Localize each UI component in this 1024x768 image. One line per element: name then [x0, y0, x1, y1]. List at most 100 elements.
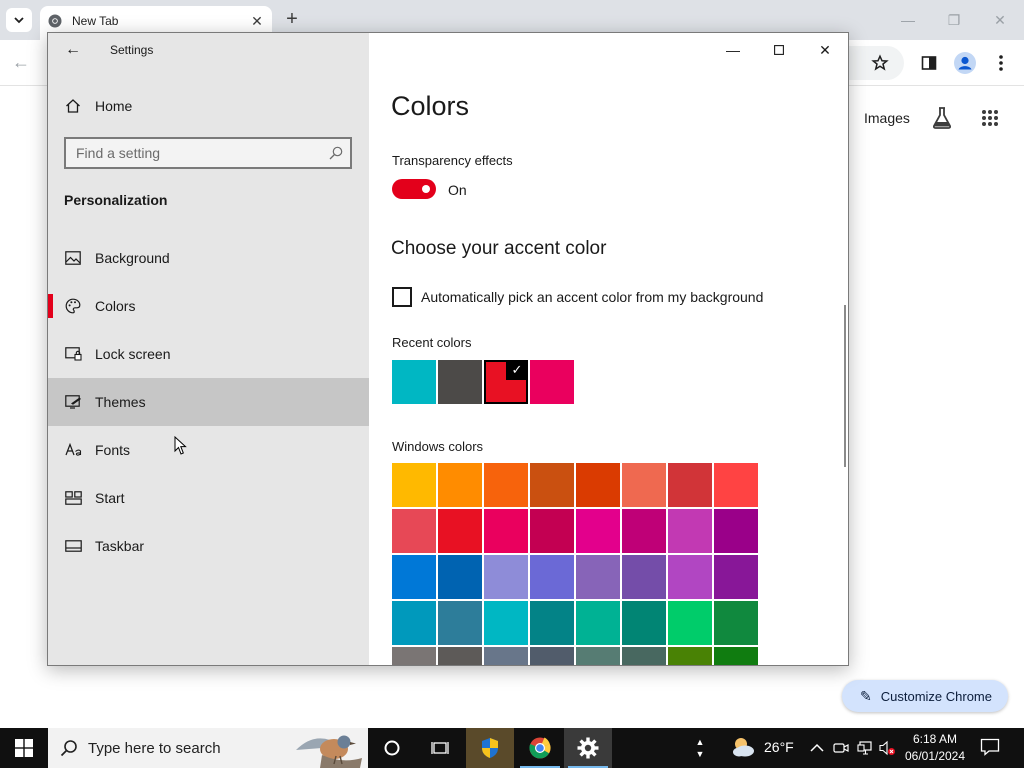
start-button[interactable] [0, 728, 48, 768]
windows-color-swatch[interactable] [438, 509, 482, 553]
nav-item-lock-screen[interactable]: Lock screen [48, 330, 369, 378]
windows-color-swatch[interactable] [438, 647, 482, 665]
transparency-toggle[interactable] [392, 179, 436, 199]
windows-color-swatch[interactable] [622, 463, 666, 507]
windows-color-swatch[interactable] [392, 555, 436, 599]
settings-taskbar-button[interactable] [564, 728, 612, 768]
windows-color-swatch[interactable] [576, 555, 620, 599]
find-setting-input[interactable] [76, 144, 316, 162]
windows-color-swatch[interactable] [668, 601, 712, 645]
windows-color-swatch[interactable] [484, 601, 528, 645]
network-icon[interactable] [856, 738, 874, 758]
recent-color-swatch[interactable] [438, 360, 482, 404]
find-setting-box[interactable] [64, 137, 352, 169]
windows-color-swatch[interactable] [392, 601, 436, 645]
windows-color-swatch[interactable] [668, 463, 712, 507]
browser-close-button[interactable]: ✕ [988, 8, 1012, 32]
task-view-button[interactable] [416, 728, 464, 768]
windows-color-swatch[interactable] [392, 647, 436, 665]
windows-color-swatch[interactable] [622, 647, 666, 665]
tray-chevron-up-icon[interactable] [808, 738, 826, 758]
google-apps-icon[interactable] [978, 106, 1002, 130]
taskbar-search-box[interactable]: Type here to search [48, 728, 368, 768]
settings-content: — ✕ Colors Transparency effects On Choos… [369, 33, 848, 665]
notification-center-icon[interactable] [980, 738, 1002, 758]
cortana-circle-icon [384, 740, 400, 756]
meet-now-icon[interactable] [832, 738, 850, 758]
nav-item-background[interactable]: Background [48, 234, 369, 282]
security-center-taskbar-button[interactable] [466, 728, 514, 768]
checkbox-box[interactable] [392, 287, 412, 307]
close-tab-icon[interactable]: ✕ [248, 12, 266, 30]
windows-color-swatch[interactable] [622, 601, 666, 645]
nav-item-themes[interactable]: Themes [48, 378, 369, 426]
chrome-menu-icon[interactable] [990, 52, 1012, 74]
windows-color-swatch[interactable] [484, 555, 528, 599]
windows-color-swatch[interactable] [668, 555, 712, 599]
windows-color-swatch[interactable] [484, 463, 528, 507]
windows-color-swatch[interactable] [530, 463, 574, 507]
windows-color-swatch[interactable] [668, 647, 712, 665]
windows-color-swatch[interactable] [438, 601, 482, 645]
windows-color-swatch[interactable] [484, 509, 528, 553]
windows-color-swatch[interactable] [714, 601, 758, 645]
windows-color-swatch[interactable] [576, 601, 620, 645]
recent-color-swatch[interactable] [392, 360, 436, 404]
windows-color-swatch[interactable] [484, 647, 528, 665]
nav-item-start[interactable]: Start [48, 474, 369, 522]
windows-color-swatch[interactable] [576, 509, 620, 553]
bookmark-star-icon[interactable] [869, 52, 891, 74]
chrome-taskbar-button[interactable] [516, 728, 564, 768]
customize-chrome-button[interactable]: ✎ Customize Chrome [842, 680, 1008, 712]
close-button[interactable]: ✕ [810, 39, 840, 61]
recent-color-swatch[interactable]: ✓ [484, 360, 528, 404]
home-nav-item[interactable]: Home [64, 97, 132, 115]
start-tiles-icon [64, 489, 82, 507]
nav-item-taskbar[interactable]: Taskbar [48, 522, 369, 570]
browser-back-icon[interactable]: ← [12, 52, 30, 73]
clock[interactable]: 6:18 AM 06/01/2024 [900, 731, 970, 765]
nav-item-label: Themes [95, 394, 146, 410]
recent-color-swatch[interactable] [530, 360, 574, 404]
show-hidden-icons-button[interactable]: ▲ ▼ [692, 728, 708, 768]
windows-colors-label: Windows colors [392, 439, 484, 454]
maximize-button[interactable] [764, 39, 794, 61]
windows-color-swatch[interactable] [392, 463, 436, 507]
minimize-button[interactable]: — [718, 39, 748, 61]
volume-muted-icon[interactable] [878, 738, 896, 758]
chrome-logo-icon [48, 14, 62, 28]
browser-restore-button[interactable]: ❐ [942, 8, 966, 32]
windows-color-swatch[interactable] [668, 509, 712, 553]
windows-color-swatch[interactable] [530, 509, 574, 553]
windows-color-swatch[interactable] [530, 647, 574, 665]
back-arrow-icon[interactable]: ← [62, 39, 84, 61]
cortana-button[interactable] [368, 728, 416, 768]
windows-color-swatch[interactable] [438, 555, 482, 599]
new-tab-button[interactable]: + [282, 8, 302, 30]
auto-pick-label: Automatically pick an accent color from … [421, 289, 764, 305]
side-panel-icon[interactable] [918, 52, 940, 74]
windows-color-swatch[interactable] [622, 555, 666, 599]
nav-item-fonts[interactable]: Fonts [48, 426, 369, 474]
auto-pick-accent-checkbox[interactable]: Automatically pick an accent color from … [392, 287, 763, 307]
windows-color-swatch[interactable] [714, 463, 758, 507]
windows-color-swatch[interactable] [438, 463, 482, 507]
browser-minimize-button[interactable]: — [896, 8, 920, 32]
windows-color-swatch[interactable] [714, 555, 758, 599]
windows-color-swatch[interactable] [576, 647, 620, 665]
windows-color-swatch[interactable] [622, 509, 666, 553]
windows-color-swatch[interactable] [714, 509, 758, 553]
checkmark-icon: ✓ [506, 360, 528, 380]
windows-color-swatch[interactable] [530, 555, 574, 599]
content-scrollbar[interactable] [844, 305, 846, 467]
images-link[interactable]: Images [864, 110, 910, 126]
tab-search-button[interactable] [6, 8, 32, 32]
nav-item-colors[interactable]: Colors [48, 282, 369, 330]
profile-avatar-icon[interactable] [954, 52, 976, 74]
windows-color-swatch[interactable] [576, 463, 620, 507]
windows-color-swatch[interactable] [714, 647, 758, 665]
labs-flask-icon[interactable] [930, 106, 954, 130]
windows-color-swatch[interactable] [530, 601, 574, 645]
windows-color-swatch[interactable] [392, 509, 436, 553]
weather-widget[interactable]: 26°F [730, 736, 794, 758]
